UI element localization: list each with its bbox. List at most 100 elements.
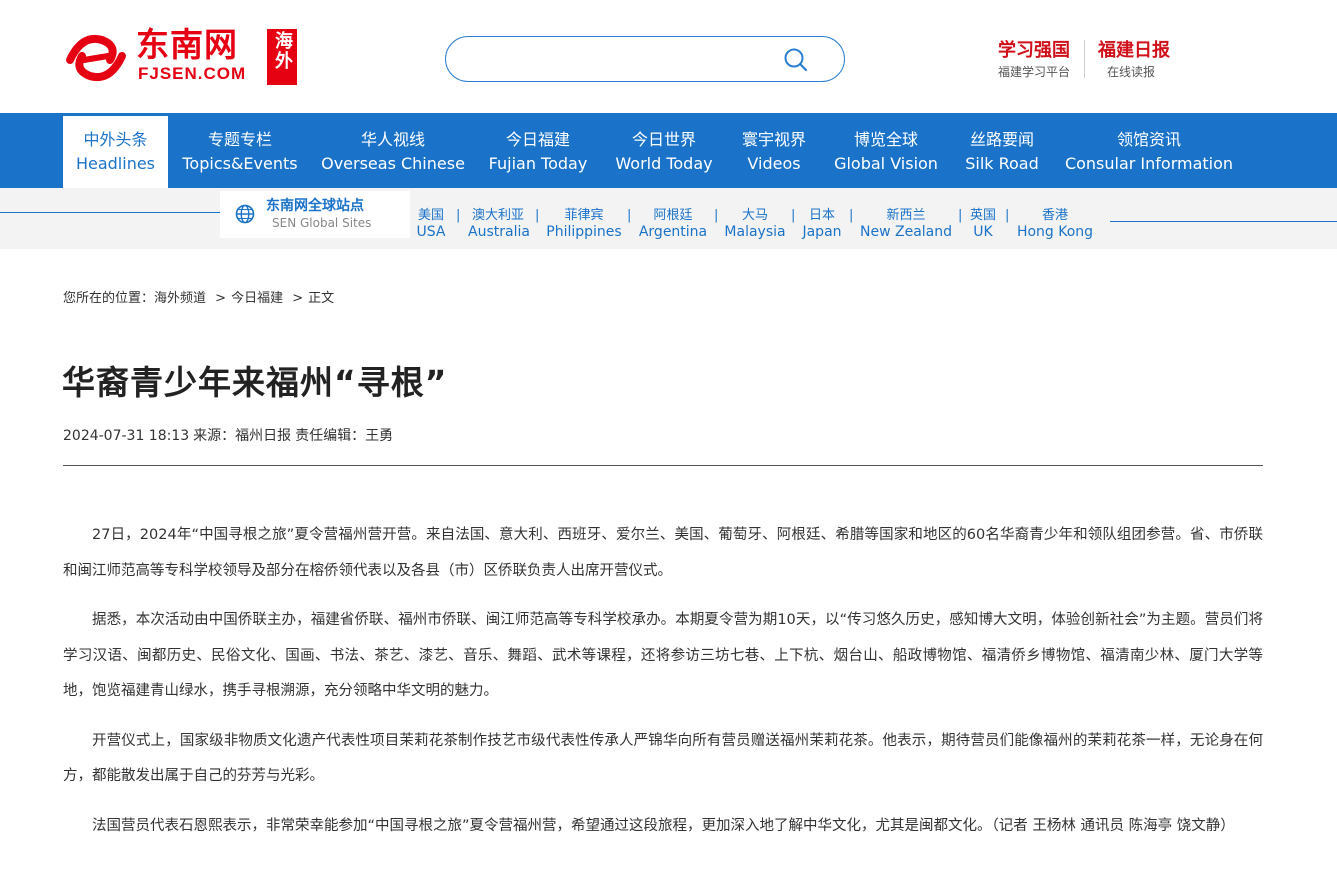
- nav-item-label-cn: 寰宇视界: [741, 130, 806, 149]
- globe-icon: [235, 204, 255, 224]
- logo-name-cn: 东南网: [136, 25, 238, 64]
- site-link-japan[interactable]: 日本 Japan: [801, 207, 843, 241]
- site-separator: |: [849, 208, 854, 223]
- main-nav: 中外头条 Headlines 专题专栏 Topics&Events 华人视线 O…: [0, 113, 1337, 188]
- site-link-argentina[interactable]: 阿根廷 Argentina: [638, 207, 708, 241]
- xuexi-caption: 福建学习平台: [997, 65, 1070, 79]
- site-label-cn: 菲律宾: [564, 208, 604, 223]
- fujian-daily-link[interactable]: 福建日报 在线读报: [1098, 38, 1170, 80]
- article-body: 27日，2024年“中国寻根之旅”夏令营福州营开营。来自法国、意大利、西班牙、爱…: [63, 518, 1263, 858]
- search-box: [445, 36, 845, 82]
- site-separator: |: [958, 208, 963, 223]
- site-label-en: Australia: [468, 224, 530, 240]
- site-header: 东南网 FJSEN.COM 海外 学习强国 福建学习平台 福建日报 在线读报: [0, 0, 1337, 113]
- breadcrumb-separator: >: [215, 291, 227, 306]
- site-link-uk[interactable]: 英国 UK: [966, 207, 1000, 241]
- site-label-en: Argentina: [638, 224, 708, 240]
- breadcrumb: 您所在的位置：海外频道 > 今日福建 > 正文: [63, 290, 339, 308]
- nav-item-label-cn: 领馆资讯: [1116, 130, 1181, 149]
- site-separator: |: [456, 208, 461, 223]
- article-paragraph: 法国营员代表石恩熙表示，非常荣幸能参加“中国寻根之旅”夏令营福州营，希望通过这段…: [92, 817, 1235, 834]
- nav-item-label-cn: 今日世界: [631, 130, 696, 149]
- nav-item-topics[interactable]: 专题专栏 Topics&Events: [178, 113, 302, 188]
- site-label-en: UK: [973, 224, 993, 240]
- nav-item-silk-road[interactable]: 丝路要闻 Silk Road: [960, 113, 1044, 188]
- nav-item-label-cn: 博览全球: [853, 130, 918, 149]
- search-input[interactable]: [466, 47, 776, 71]
- site-separator: |: [627, 208, 632, 223]
- nav-item-label-en: Consular Information: [1064, 154, 1234, 173]
- site-label-cn: 日本: [808, 208, 835, 223]
- nav-item-videos[interactable]: 寰宇视界 Videos: [734, 113, 814, 188]
- site-link-australia[interactable]: 澳大利亚 Australia: [468, 207, 530, 241]
- breadcrumb-separator: >: [292, 291, 304, 306]
- site-link-hong-kong[interactable]: 香港 Hong Kong: [1015, 207, 1095, 241]
- logo-overseas-tag: 海外: [267, 29, 297, 85]
- search-button[interactable]: [781, 45, 811, 73]
- xuexi-qiangguo-link[interactable]: 学习强国 福建学习平台: [996, 38, 1072, 80]
- article-meta: 2024-07-31 18:13 来源：福州日报 责任编辑：王勇: [63, 426, 397, 446]
- site-label-cn: 新西兰: [886, 208, 926, 223]
- breadcrumb-item-current: 正文: [308, 291, 335, 306]
- site-label-cn: 澳大利亚: [471, 208, 524, 223]
- nav-item-label-en: Global Vision: [834, 154, 938, 173]
- site-separator: |: [791, 208, 796, 223]
- breadcrumb-label: 您所在的位置：: [63, 291, 155, 306]
- site-link-philippines[interactable]: 菲律宾 Philippines: [546, 207, 622, 241]
- nav-item-label-cn: 专题专栏: [207, 130, 272, 149]
- site-label-en: Malaysia: [724, 224, 786, 240]
- site-label-en: USA: [416, 224, 446, 240]
- sites-divider-left: [0, 212, 220, 213]
- nav-item-label-en: Overseas Chinese: [321, 154, 465, 173]
- xuexi-logo-text: 学习强国: [998, 40, 1070, 61]
- global-sites-bar: 东南网全球站点 SEN Global Sites 美国 USA | 澳大利亚 A…: [0, 188, 1337, 249]
- nav-item-headlines[interactable]: 中外头条 Headlines: [63, 113, 168, 188]
- nav-item-label-cn: 丝路要闻: [969, 130, 1034, 149]
- sites-title: 东南网全球站点: [266, 198, 364, 214]
- logo-tag-text: 海外: [272, 31, 293, 71]
- site-logo[interactable]: 东南网 FJSEN.COM 海外: [62, 26, 302, 88]
- site-label-cn: 香港: [1041, 208, 1068, 223]
- article-title: 华裔青少年来福州“寻根”: [62, 363, 448, 402]
- nav-item-consular-information[interactable]: 领馆资讯 Consular Information: [1062, 113, 1236, 188]
- nav-item-label-cn: 中外头条: [83, 130, 148, 149]
- nav-item-label-en: Topics&Events: [182, 154, 298, 173]
- article-editor: 责任编辑：王勇: [295, 428, 394, 444]
- logo-name-en: FJSEN.COM: [138, 64, 247, 83]
- partner-divider: [1084, 40, 1085, 78]
- breadcrumb-item-fujian-today[interactable]: 今日福建: [231, 291, 283, 306]
- site-label-cn: 美国: [417, 208, 444, 223]
- article-source: 来源：福州日报: [193, 428, 292, 444]
- nav-item-global-vision[interactable]: 博览全球 Global Vision: [829, 113, 943, 188]
- site-separator: |: [714, 208, 719, 223]
- site-label-en: Hong Kong: [1016, 224, 1094, 240]
- nav-item-fujian-today[interactable]: 今日福建 Fujian Today: [484, 113, 592, 188]
- article-paragraph: 据悉，本次活动由中国侨联主办，福建省侨联、福州市侨联、闽江师范高等专科学校承办。…: [63, 612, 1263, 699]
- nav-item-label-en: Headlines: [75, 154, 156, 173]
- nav-item-overseas-chinese[interactable]: 华人视线 Overseas Chinese: [320, 113, 466, 188]
- site-label-cn: 大马: [741, 208, 768, 223]
- site-link-usa[interactable]: 美国 USA: [416, 207, 446, 241]
- site-label-en: New Zealand: [860, 224, 952, 240]
- site-label-cn: 阿根廷: [653, 208, 693, 223]
- search-icon: [784, 48, 808, 72]
- site-link-malaysia[interactable]: 大马 Malaysia: [724, 207, 786, 241]
- site-label-en: Philippines: [546, 224, 622, 240]
- sites-divider-right: [1110, 221, 1337, 222]
- site-label-en: Japan: [802, 224, 842, 240]
- nav-item-label-en: Fujian Today: [488, 154, 588, 173]
- fjsen-logo-mark-icon: [66, 35, 126, 81]
- breadcrumb-item-overseas-channel[interactable]: 海外频道: [154, 291, 206, 306]
- nav-item-world-today[interactable]: 今日世界 World Today: [609, 113, 719, 188]
- article-datetime: 2024-07-31 18:13: [63, 428, 190, 444]
- site-separator: |: [1005, 208, 1010, 223]
- site-label-cn: 英国: [969, 208, 996, 223]
- xuexi-logo: 学习强国: [996, 38, 1072, 64]
- article-divider: [63, 465, 1263, 466]
- sites-subtitle: SEN Global Sites: [272, 216, 372, 230]
- nav-item-label-cn: 今日福建: [505, 130, 570, 149]
- site-separator: |: [535, 208, 540, 223]
- site-link-new-zealand[interactable]: 新西兰 New Zealand: [860, 207, 952, 241]
- nav-item-label-en: World Today: [615, 154, 713, 173]
- article-paragraph: 27日，2024年“中国寻根之旅”夏令营福州营开营。来自法国、意大利、西班牙、爱…: [63, 527, 1263, 579]
